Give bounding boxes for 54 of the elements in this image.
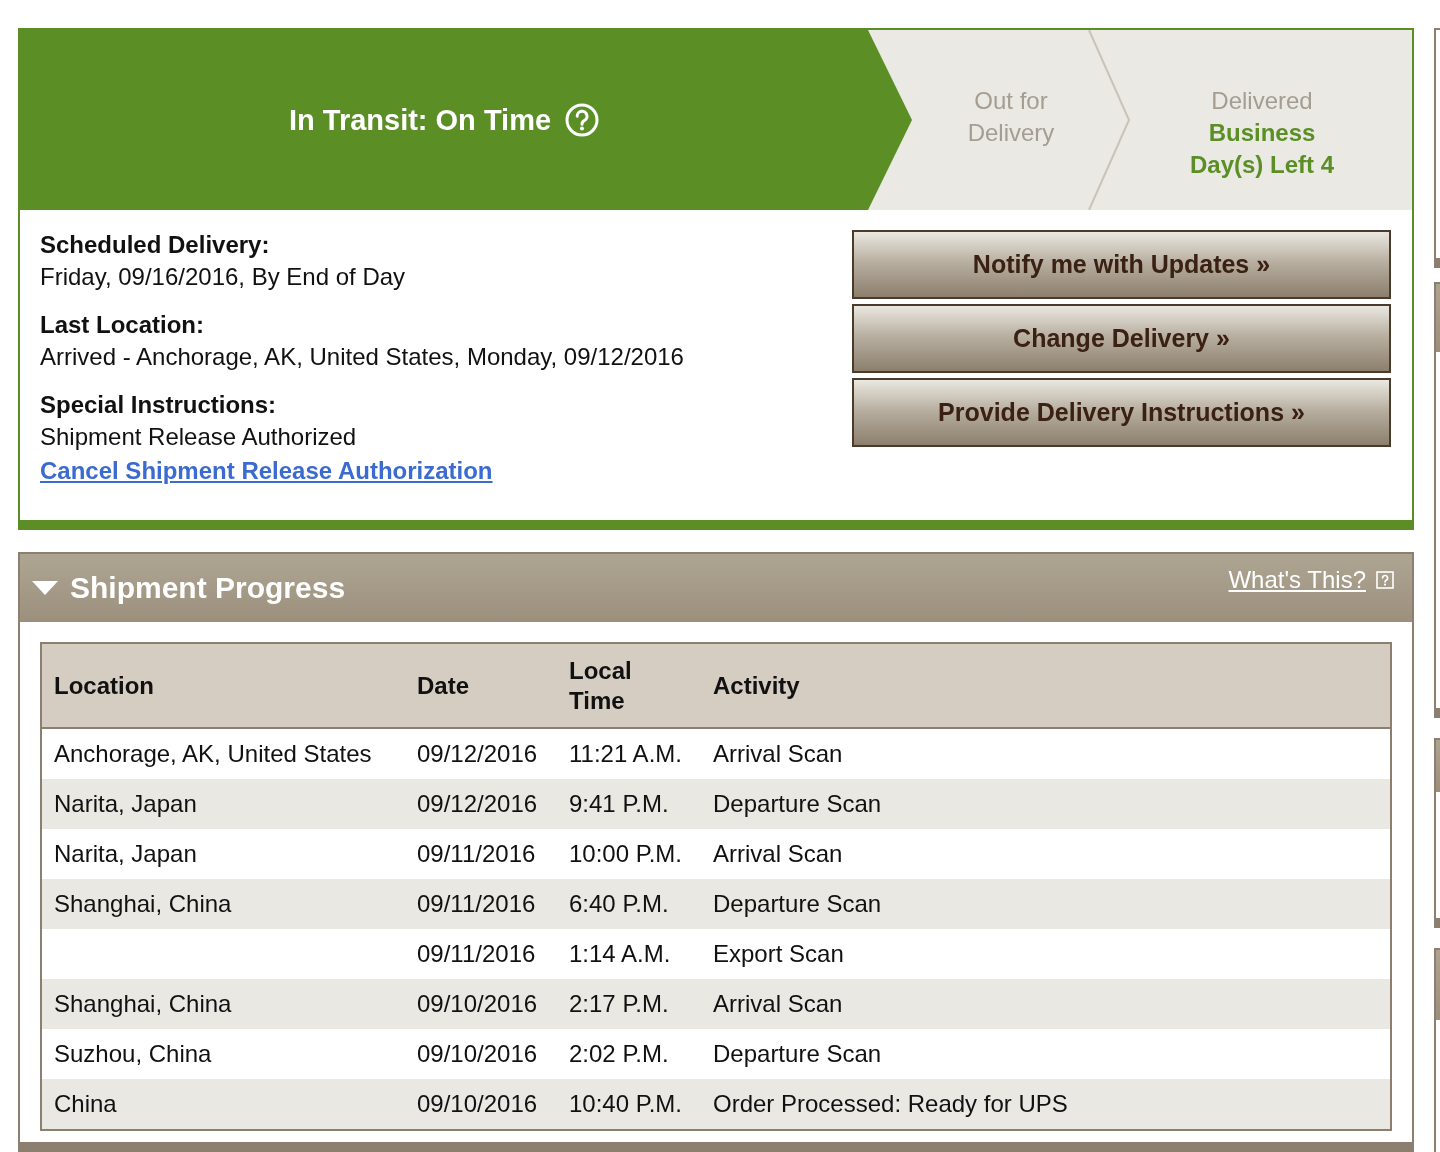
table-cell: Shanghai, China <box>41 879 405 929</box>
table-cell: 09/12/2016 <box>405 779 557 829</box>
table-cell: 09/10/2016 <box>405 1079 557 1130</box>
detail-value: Shipment Release Authorized <box>40 422 358 452</box>
help-icon[interactable] <box>565 103 600 137</box>
table-cell: Arrival Scan <box>701 979 1391 1029</box>
detail-value: Arrived - Anchorage, AK, United States, Monday, 09/12/2016 <box>40 342 685 372</box>
table-cell: 09/11/2016 <box>405 829 557 879</box>
table-cell: Shanghai, China <box>41 979 405 1029</box>
table-cell: 09/11/2016 <box>405 929 557 979</box>
column-header: Date <box>405 643 557 728</box>
table-cell: Anchorage, AK, United States <box>41 728 405 779</box>
table-cell: 09/11/2016 <box>405 879 557 929</box>
panel-title: Shipment Progress <box>70 570 346 606</box>
table-cell: Narita, Japan <box>41 779 405 829</box>
column-header: Local Time <box>557 643 701 728</box>
detail-label: Scheduled Delivery: <box>40 230 271 260</box>
column-header: Location <box>41 643 405 728</box>
days-left-text: Business Day(s) Left 4 <box>1188 118 1335 180</box>
step-label: Out for Delivery <box>966 86 1056 148</box>
column-header: Activity <box>701 643 1391 728</box>
table-cell: 09/12/2016 <box>405 728 557 779</box>
table-cell: China <box>41 1079 405 1130</box>
table-cell: Export Scan <box>701 929 1391 979</box>
table-cell: 09/10/2016 <box>405 1029 557 1079</box>
action-button[interactable]: Change Delivery » <box>852 304 1391 373</box>
table-cell: Departure Scan <box>701 1029 1391 1079</box>
step-label: In Transit: On Time <box>288 103 552 138</box>
side-panel-header <box>1436 284 1440 352</box>
table-cell: Departure Scan <box>701 879 1391 929</box>
table-cell: Narita, Japan <box>41 829 405 879</box>
table-cell: Arrival Scan <box>701 829 1391 879</box>
table-cell: Arrival Scan <box>701 728 1391 779</box>
table-cell: 10:40 P.M. <box>557 1079 701 1130</box>
table-cell: 11:21 A.M. <box>557 728 701 779</box>
table-cell: Departure Scan <box>701 779 1391 829</box>
cancel-link[interactable]: Cancel Shipment Release Authorization <box>40 457 493 484</box>
collapse-triangle-icon[interactable] <box>32 580 58 596</box>
action-button[interactable]: Notify me with Updates » <box>852 230 1391 299</box>
table-cell: 9:41 P.M. <box>557 779 701 829</box>
table-cell: 10:00 P.M. <box>557 829 701 879</box>
table-cell: 2:17 P.M. <box>557 979 701 1029</box>
table-cell: 2:02 P.M. <box>557 1029 701 1079</box>
table-cell: Suzhou, China <box>41 1029 405 1079</box>
table-cell: Order Processed: Ready for UPS <box>701 1079 1391 1130</box>
step-label: Delivered <box>1211 86 1313 116</box>
action-button[interactable]: Provide Delivery Instructions » <box>852 378 1391 447</box>
table-cell: 1:14 A.M. <box>557 929 701 979</box>
detail-label: Special Instructions: <box>40 390 278 420</box>
help-icon[interactable] <box>1376 571 1394 589</box>
table-cell: 6:40 P.M. <box>557 879 701 929</box>
detail-label: Last Location: <box>40 310 205 340</box>
table-cell: 09/10/2016 <box>405 979 557 1029</box>
detail-value: Friday, 09/16/2016, By End of Day <box>40 262 407 292</box>
